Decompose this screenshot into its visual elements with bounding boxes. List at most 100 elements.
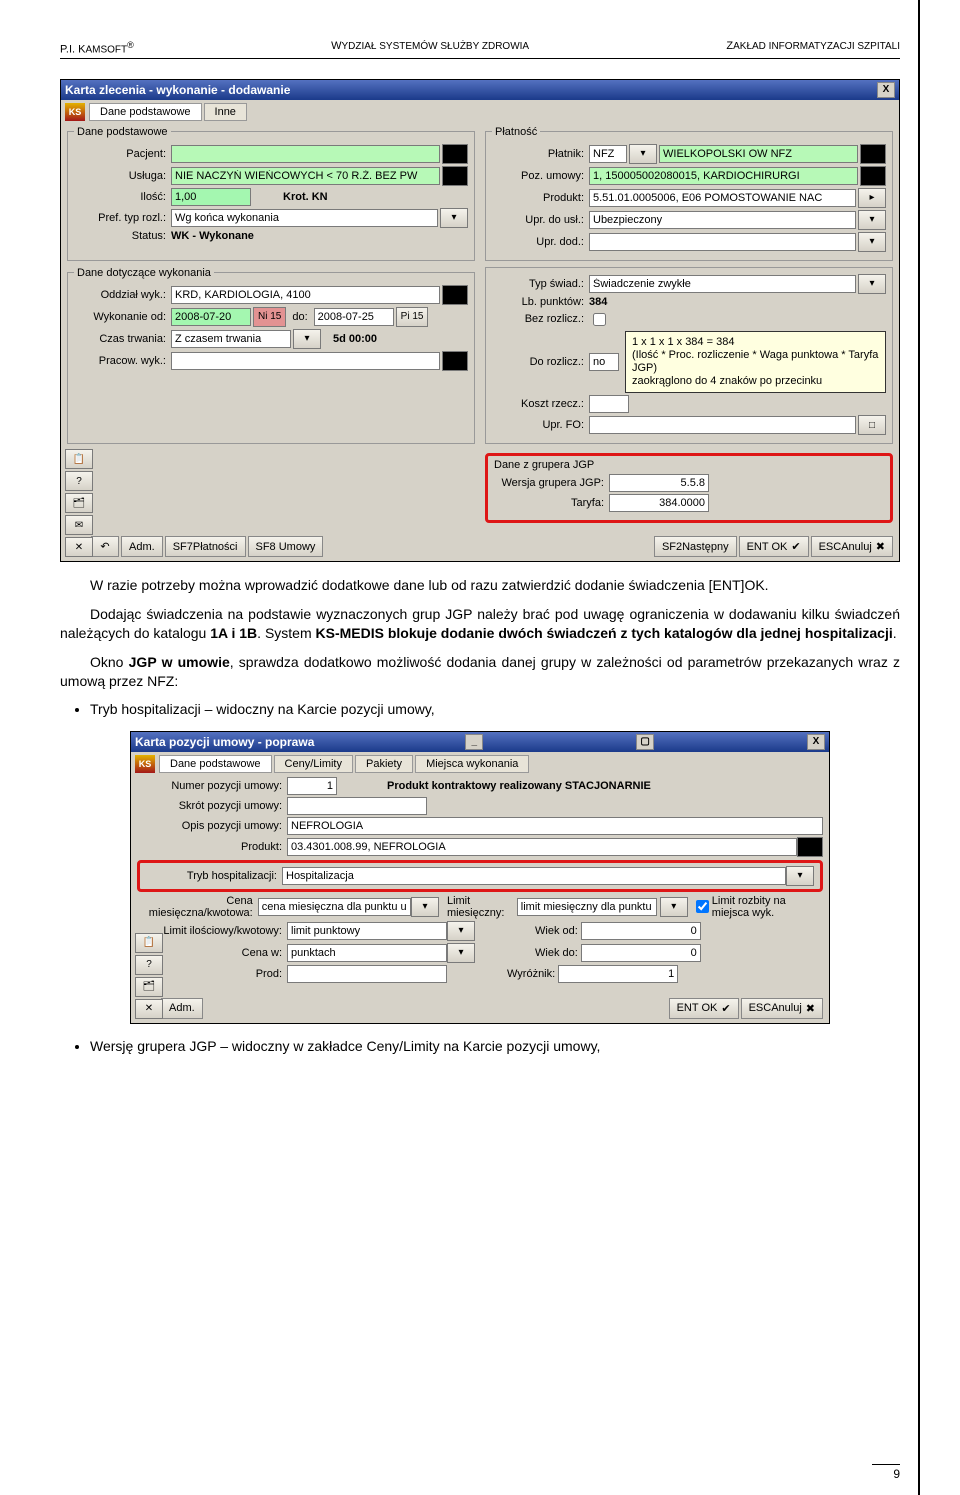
group-dane-podstawowe: Dane podstawowe Pacjent: Usługa: Ilość: … [67, 126, 475, 261]
typ-swiad-input[interactable] [589, 275, 856, 293]
koszt-input[interactable] [589, 395, 629, 413]
czas-dropdown[interactable] [293, 329, 321, 349]
poz-umowy-input[interactable] [589, 167, 858, 185]
limit-rozb-checkbox[interactable] [696, 900, 709, 913]
taryfa-input[interactable] [609, 494, 709, 512]
oddzial-label: Oddział wyk.: [74, 289, 171, 301]
side2-copy-icon[interactable]: 📋 [135, 933, 163, 953]
app-logo-icon-2: KS [135, 755, 155, 773]
platnik-picker-button[interactable] [860, 144, 886, 164]
tab2-dane-podstawowe[interactable]: Dane podstawowe [159, 755, 272, 773]
side-close-icon[interactable]: ✕ [65, 537, 93, 557]
wyk-od-day-button[interactable]: Ni 15 [253, 307, 286, 327]
side-card-icon[interactable]: 🗂 [65, 493, 93, 513]
produkt2-input[interactable] [287, 838, 797, 856]
pracow-input[interactable] [171, 352, 440, 370]
min-button[interactable]: _ [465, 734, 483, 750]
bez-rozlicz-checkbox[interactable] [593, 313, 606, 326]
cena-w-dropdown[interactable] [447, 943, 475, 963]
limit-mies-dropdown[interactable] [660, 897, 688, 917]
tab-dane-podstawowe[interactable]: Dane podstawowe [89, 103, 202, 121]
produkt2-picker[interactable] [797, 837, 823, 857]
wyk-od-input[interactable] [171, 308, 251, 326]
limit-il-dropdown[interactable] [447, 921, 475, 941]
poz-umowy-picker[interactable] [860, 166, 886, 186]
side-mail-icon[interactable]: ✉ [65, 515, 93, 535]
side2-card-icon[interactable]: 🗂 [135, 977, 163, 997]
doc-header: P.I. KAMSOFT® WYDZIAŁ SYSTEMÓW SŁUŻBY ZD… [60, 40, 900, 59]
upr-dod-dropdown[interactable] [858, 232, 886, 252]
esc-anuluj-button2[interactable]: ESCAnuluj ✖ [741, 998, 823, 1019]
page-number: 9 [893, 1467, 900, 1481]
max-button[interactable]: ▢ [636, 734, 654, 750]
esc-anuluj-button[interactable]: ESCAnuluj ✖ [811, 536, 893, 557]
usluga-picker-button[interactable] [442, 166, 468, 186]
tryb-dropdown[interactable] [786, 866, 814, 886]
sf7-platnosci-button[interactable]: SF7Płatności [165, 536, 246, 557]
adm-button2[interactable]: Adm. [161, 998, 203, 1019]
produkt-label: Produkt: [492, 192, 589, 204]
upr-fo-input[interactable] [589, 416, 856, 434]
typ-swiad-dropdown[interactable] [858, 274, 886, 294]
wyk-do-day-button[interactable]: Pi 15 [396, 307, 429, 327]
upr-dropdown[interactable] [858, 210, 886, 230]
platnik-code-dropdown[interactable] [629, 144, 657, 164]
side2-help-icon[interactable]: ? [135, 955, 163, 975]
sf2-nastepny-button[interactable]: SF2Następny [654, 536, 737, 557]
tab2-ceny-limity[interactable]: Ceny/Limity [274, 755, 353, 773]
skrot-label: Skrót pozycji umowy: [137, 800, 287, 812]
bullet2: Wersję grupera JGP – widoczny w zakładce… [90, 1038, 900, 1054]
platnik-code-input[interactable] [589, 145, 627, 163]
tab2-pakiety[interactable]: Pakiety [355, 755, 413, 773]
tooltip-line2: (Ilość * Proc. rozliczenie * Waga punkto… [632, 349, 879, 375]
pracow-picker[interactable] [442, 351, 468, 371]
sf8-umowy-button[interactable]: SF8 Umowy [248, 536, 324, 557]
pacjent-input[interactable] [171, 145, 440, 163]
side-copy-icon[interactable]: 📋 [65, 449, 93, 469]
usluga-input[interactable] [171, 167, 440, 185]
doc-header-tm: ® [127, 40, 134, 50]
wiek-od-input[interactable] [581, 922, 701, 940]
ent-ok-button2[interactable]: ENT OK ✔ [669, 998, 739, 1019]
opis-label: Opis pozycji umowy: [137, 820, 287, 832]
side-help-icon[interactable]: ? [65, 471, 93, 491]
wersja-input[interactable] [609, 474, 709, 492]
upr-dod-label: Upr. dod.: [492, 236, 589, 248]
ent-ok-button[interactable]: ENT OK ✔ [739, 536, 809, 557]
close-button[interactable]: X [877, 82, 895, 98]
pacjent-picker-button[interactable] [442, 144, 468, 164]
produkt-input[interactable] [589, 189, 856, 207]
wiek-do-input[interactable] [581, 944, 701, 962]
cena-mies-input[interactable] [258, 898, 411, 916]
produkt-picker[interactable] [858, 188, 886, 208]
czas-select[interactable] [171, 330, 291, 348]
ilosc-input[interactable] [171, 188, 251, 206]
tryb-input[interactable] [282, 867, 786, 885]
skrot-input[interactable] [287, 797, 427, 815]
wyk-do-input[interactable] [314, 308, 394, 326]
cena-mies-dropdown[interactable] [411, 897, 439, 917]
numer-input[interactable] [287, 777, 337, 795]
limit-il-input[interactable] [287, 922, 447, 940]
cena-w-input[interactable] [287, 944, 447, 962]
do-rozlicz-input[interactable] [589, 353, 619, 371]
close-button2[interactable]: X [807, 734, 825, 750]
oddzial-picker[interactable] [442, 285, 468, 305]
upr-input[interactable] [589, 211, 856, 229]
oddzial-input[interactable] [171, 286, 440, 304]
prod2-input[interactable] [287, 965, 447, 983]
tab-inne[interactable]: Inne [204, 103, 247, 121]
platnik-name-input[interactable] [659, 145, 858, 163]
opis-input[interactable] [287, 817, 823, 835]
limit-mies-input[interactable] [517, 898, 657, 916]
upr-fo-button[interactable]: □ [858, 415, 886, 435]
upr-dod-input[interactable] [589, 233, 856, 251]
tooltip-line3: zaokrąglono do 4 znaków po przecinku [632, 375, 879, 388]
wyroznik-input[interactable] [558, 965, 678, 983]
pref-select[interactable] [171, 209, 438, 227]
adm-button[interactable]: Adm. [121, 536, 163, 557]
side2-close-icon[interactable]: ✕ [135, 999, 163, 1019]
tab2-miejsca[interactable]: Miejsca wykonania [415, 755, 529, 773]
pref-dropdown-icon[interactable] [440, 208, 468, 228]
undo-button[interactable]: ↶ [91, 536, 119, 557]
